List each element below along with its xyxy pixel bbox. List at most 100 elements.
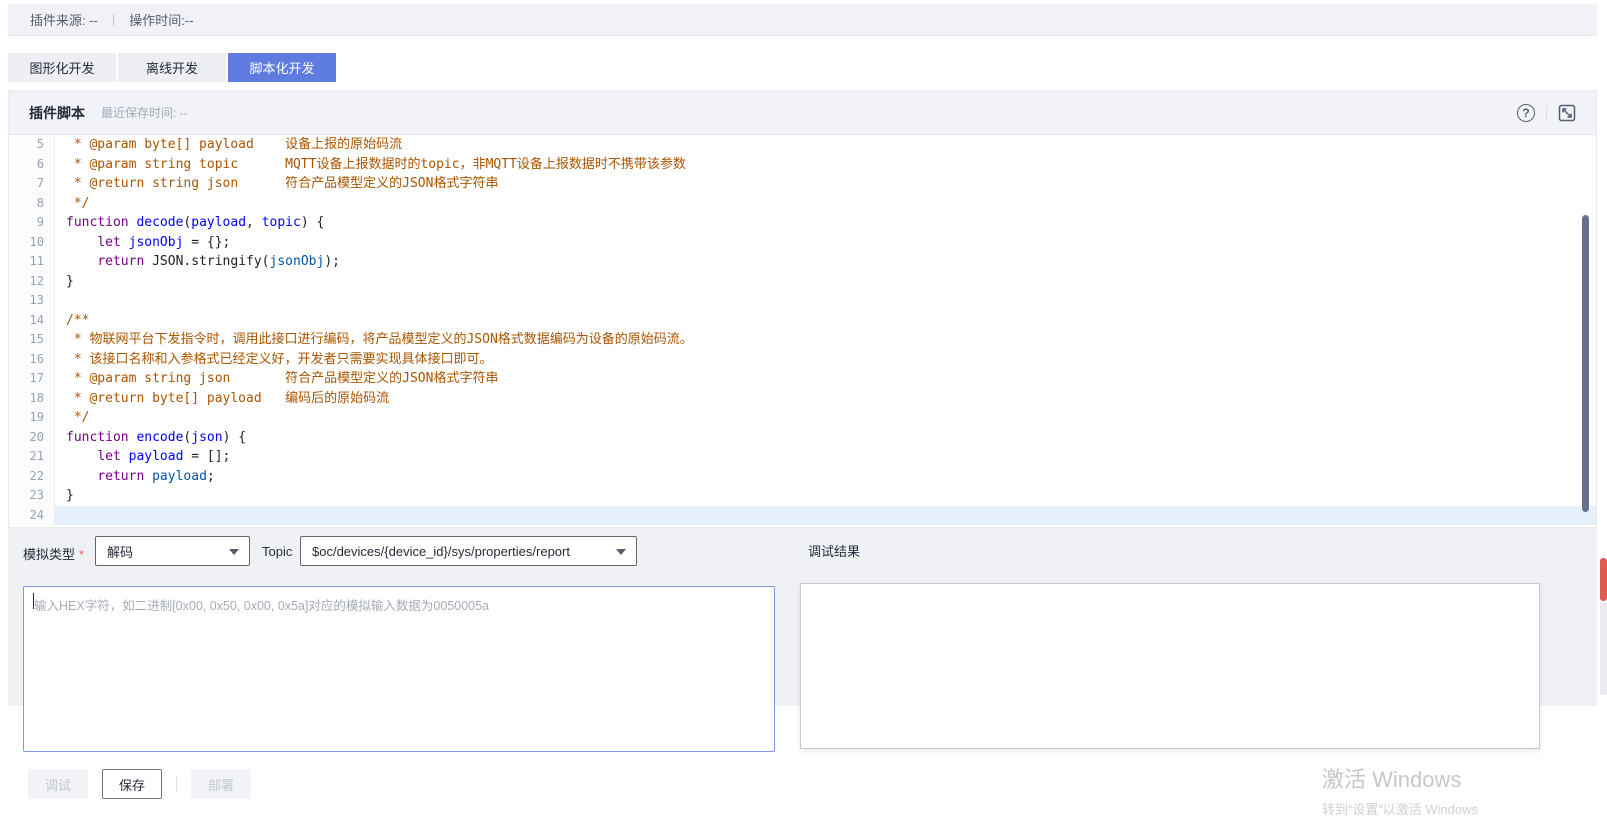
code-text: */ xyxy=(55,408,1596,428)
line-number: 16 xyxy=(9,350,55,370)
code-line[interactable]: 24 xyxy=(9,506,1596,526)
line-number: 22 xyxy=(9,467,55,487)
code-line[interactable]: 17 * @param string json 符合产品模型定义的JSON格式字… xyxy=(9,369,1596,389)
code-text: return JSON.stringify(jsonObj); xyxy=(55,252,1596,272)
line-number: 13 xyxy=(9,291,55,311)
plugin-script-panel: 插件脚本 最近保存时间: -- ? 5 * @param byte[] payl… xyxy=(8,90,1597,528)
editor-scrollbar-thumb[interactable] xyxy=(1582,215,1589,512)
tab-graphical-dev[interactable]: 图形化开发 xyxy=(8,53,116,82)
sim-type-value: 解码 xyxy=(107,542,133,561)
debug-result-panel xyxy=(800,583,1540,749)
code-line[interactable]: 22 return payload; xyxy=(9,467,1596,487)
code-line[interactable]: 16 * 该接口名称和入参格式已经定义好，开发者只需要实现具体接口即可。 xyxy=(9,350,1596,370)
code-text: } xyxy=(55,272,1596,292)
line-number: 10 xyxy=(9,233,55,253)
code-line[interactable]: 6 * @param string topic MQTT设备上报数据时的topi… xyxy=(9,155,1596,175)
operation-time-text: 操作时间:-- xyxy=(129,10,193,29)
line-number: 21 xyxy=(9,447,55,467)
button-separator xyxy=(176,776,177,792)
line-number: 8 xyxy=(9,194,55,214)
code-line[interactable]: 18 * @return byte[] payload 编码后的原始码流 xyxy=(9,389,1596,409)
code-text: function decode(payload, topic) { xyxy=(55,213,1596,233)
code-text: * @return string json 符合产品模型定义的JSON格式字符串 xyxy=(55,174,1596,194)
deploy-button[interactable]: 部署 xyxy=(191,769,251,799)
code-text: */ xyxy=(55,194,1596,214)
code-line[interactable]: 23} xyxy=(9,486,1596,506)
code-text: function encode(json) { xyxy=(55,428,1596,448)
line-number: 23 xyxy=(9,486,55,506)
code-text: * @param string topic MQTT设备上报数据时的topic，… xyxy=(55,155,1596,175)
code-line[interactable]: 15 * 物联网平台下发指令时，调用此接口进行编码，将产品模型定义的JSON格式… xyxy=(9,330,1596,350)
code-line[interactable]: 11 return JSON.stringify(jsonObj); xyxy=(9,252,1596,272)
fullscreen-icon[interactable] xyxy=(1558,104,1576,122)
line-number: 5 xyxy=(9,135,55,155)
footer-actions: 调试 保存 部署 xyxy=(28,769,251,799)
code-line[interactable]: 13 xyxy=(9,291,1596,311)
line-number: 19 xyxy=(9,408,55,428)
topic-select[interactable]: $oc/devices/{device_id}/sys/properties/r… xyxy=(300,536,637,566)
windows-watermark: 激活 Windows 转到“设置”以激活 Windows xyxy=(1322,762,1478,818)
line-number: 9 xyxy=(9,213,55,233)
code-line[interactable]: 7 * @return string json 符合产品模型定义的JSON格式字… xyxy=(9,174,1596,194)
code-line[interactable]: 5 * @param byte[] payload 设备上报的原始码流 xyxy=(9,135,1596,155)
line-number: 17 xyxy=(9,369,55,389)
watermark-line1: 激活 Windows xyxy=(1322,762,1478,794)
sim-type-label: 模拟类型* xyxy=(23,544,84,563)
code-line[interactable]: 14/** xyxy=(9,311,1596,331)
help-icon[interactable]: ? xyxy=(1517,104,1535,122)
dev-mode-tabs: 图形化开发离线开发脚本化开发 xyxy=(8,53,336,82)
line-number: 14 xyxy=(9,311,55,331)
topic-value: $oc/devices/{device_id}/sys/properties/r… xyxy=(312,544,570,559)
plugin-meta-bar: 插件来源: -- | 操作时间:-- xyxy=(8,4,1597,36)
page-scrollbar-track[interactable] xyxy=(1600,603,1607,695)
code-text: * @return byte[] payload 编码后的原始码流 xyxy=(55,389,1596,409)
tab-offline-dev[interactable]: 离线开发 xyxy=(118,53,226,82)
text-caret xyxy=(33,593,34,609)
last-saved-text: 最近保存时间: -- xyxy=(101,104,188,121)
code-text xyxy=(55,506,1596,526)
debug-result-label: 调试结果 xyxy=(808,541,860,560)
code-text: * 物联网平台下发指令时，调用此接口进行编码，将产品模型定义的JSON格式数据编… xyxy=(55,330,1596,350)
line-number: 6 xyxy=(9,155,55,175)
line-number: 24 xyxy=(9,506,55,526)
save-button[interactable]: 保存 xyxy=(102,769,162,799)
code-text: return payload; xyxy=(55,467,1596,487)
code-editor[interactable]: 5 * @param byte[] payload 设备上报的原始码流6 * @… xyxy=(9,135,1596,527)
page-scrollbar-thumb[interactable] xyxy=(1600,558,1607,601)
code-text: } xyxy=(55,486,1596,506)
sim-type-select[interactable]: 解码 xyxy=(95,536,250,566)
code-text: let payload = []; xyxy=(55,447,1596,467)
code-line[interactable]: 8 */ xyxy=(9,194,1596,214)
plugin-script-header: 插件脚本 最近保存时间: -- ? xyxy=(9,91,1596,135)
meta-divider: | xyxy=(112,12,115,27)
code-text: let jsonObj = {}; xyxy=(55,233,1596,253)
line-number: 18 xyxy=(9,389,55,409)
code-text: * 该接口名称和入参格式已经定义好，开发者只需要实现具体接口即可。 xyxy=(55,350,1596,370)
line-number: 15 xyxy=(9,330,55,350)
line-number: 11 xyxy=(9,252,55,272)
code-line[interactable]: 10 let jsonObj = {}; xyxy=(9,233,1596,253)
chevron-down-icon xyxy=(616,549,626,555)
code-line[interactable]: 12} xyxy=(9,272,1596,292)
panel-title: 插件脚本 xyxy=(29,103,85,123)
chevron-down-icon xyxy=(229,549,239,555)
topic-label: Topic xyxy=(262,544,292,559)
tab-script-dev[interactable]: 脚本化开发 xyxy=(228,53,336,82)
watermark-line2: 转到“设置”以激活 Windows xyxy=(1322,799,1478,818)
code-text xyxy=(55,291,1596,311)
code-text: * @param byte[] payload 设备上报的原始码流 xyxy=(55,135,1596,155)
code-text: /** xyxy=(55,311,1596,331)
debug-button[interactable]: 调试 xyxy=(28,769,88,799)
code-line[interactable]: 21 let payload = []; xyxy=(9,447,1596,467)
plugin-source-text: 插件来源: -- xyxy=(30,10,98,29)
code-text: * @param string json 符合产品模型定义的JSON格式字符串 xyxy=(55,369,1596,389)
required-mark: * xyxy=(79,547,84,562)
code-line[interactable]: 20function encode(json) { xyxy=(9,428,1596,448)
line-number: 7 xyxy=(9,174,55,194)
line-number: 12 xyxy=(9,272,55,292)
code-line[interactable]: 9function decode(payload, topic) { xyxy=(9,213,1596,233)
icon-divider xyxy=(1546,106,1547,120)
code-line[interactable]: 19 */ xyxy=(9,408,1596,428)
line-number: 20 xyxy=(9,428,55,448)
hex-input[interactable] xyxy=(23,586,775,752)
